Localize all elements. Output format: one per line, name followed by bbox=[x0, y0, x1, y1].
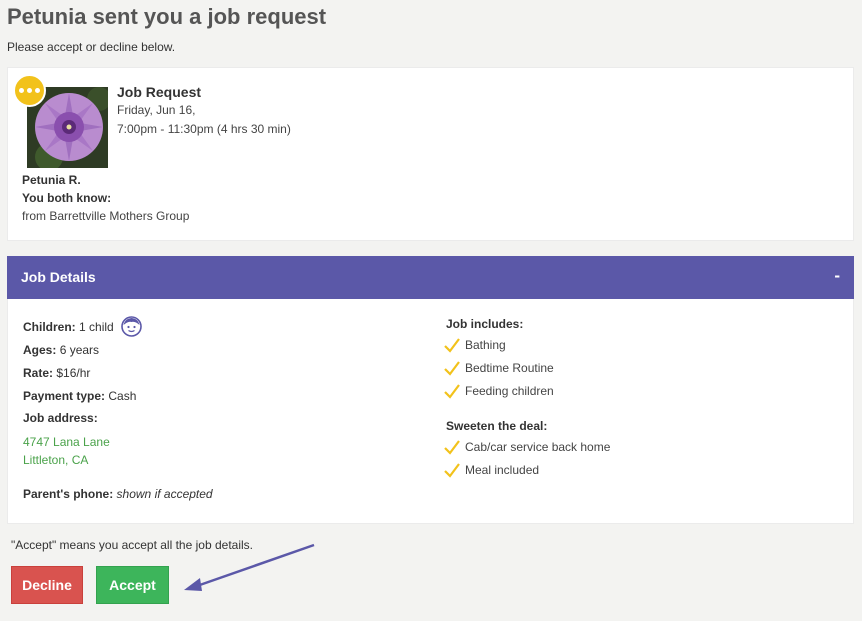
check-list-item-label: Meal included bbox=[465, 463, 540, 477]
payment-value: Cash bbox=[108, 389, 137, 403]
more-icon bbox=[19, 88, 24, 93]
check-list-item-label: Feeding children bbox=[465, 384, 554, 398]
includes-label: Job includes: bbox=[446, 317, 524, 331]
check-list-item: Feeding children bbox=[444, 383, 554, 399]
check-list-item-label: Bathing bbox=[465, 338, 506, 352]
check-list-item: Bathing bbox=[444, 337, 506, 353]
check-icon bbox=[444, 384, 460, 399]
check-icon bbox=[444, 440, 460, 455]
check-list-item-label: Cab/car service back home bbox=[465, 440, 611, 454]
ages-label: Ages: bbox=[23, 343, 57, 357]
job-details-body: Children: 1 child Ages: 6 years Rate: $1… bbox=[7, 299, 854, 524]
collapse-button[interactable]: - bbox=[834, 266, 840, 286]
ages-value: 6 years bbox=[59, 343, 100, 357]
mutual-group: from Barrettville Mothers Group bbox=[22, 209, 190, 223]
mutual-connections-label: You both know: bbox=[22, 191, 112, 205]
check-icon bbox=[444, 463, 460, 478]
request-date: Friday, Jun 16, bbox=[117, 103, 196, 117]
request-card: Job Request Friday, Jun 16, 7:00pm - 11:… bbox=[7, 67, 854, 241]
job-details-header[interactable]: Job Details - bbox=[7, 256, 854, 299]
request-title: Job Request bbox=[117, 84, 202, 100]
more-options-badge[interactable] bbox=[13, 74, 46, 107]
rate-row: Rate: $16/hr bbox=[23, 366, 90, 380]
payment-label: Payment type: bbox=[23, 389, 106, 403]
check-icon bbox=[444, 361, 460, 376]
phone-value: shown if accepted bbox=[116, 487, 213, 501]
check-list-item-label: Bedtime Routine bbox=[465, 361, 554, 375]
check-list-item: Cab/car service back home bbox=[444, 439, 610, 455]
check-list-item: Bedtime Routine bbox=[444, 360, 554, 376]
check-list-item: Meal included bbox=[444, 462, 539, 478]
payment-row: Payment type: Cash bbox=[23, 389, 136, 403]
ages-row: Ages: 6 years bbox=[23, 343, 99, 357]
request-time: 7:00pm - 11:30pm (4 hrs 30 min) bbox=[117, 122, 291, 136]
address-label: Job address: bbox=[23, 411, 98, 425]
children-label: Children: bbox=[23, 320, 76, 335]
page-subtitle: Please accept or decline below. bbox=[7, 40, 176, 54]
check-icon bbox=[444, 338, 460, 353]
address-line-1[interactable]: 4747 Lana Lane bbox=[23, 435, 110, 449]
phone-row: Parent's phone: shown if accepted bbox=[23, 487, 213, 501]
children-value: 1 child bbox=[79, 320, 114, 335]
arrow-icon bbox=[184, 543, 315, 591]
sweeten-label: Sweeten the deal: bbox=[446, 419, 548, 433]
page-title: Petunia sent you a job request bbox=[7, 4, 327, 29]
accept-button[interactable]: Accept bbox=[96, 566, 169, 604]
child-face-icon bbox=[121, 316, 142, 337]
rate-label: Rate: bbox=[23, 366, 54, 380]
job-details-title: Job Details bbox=[21, 269, 96, 285]
phone-label: Parent's phone: bbox=[23, 487, 114, 501]
parent-name: Petunia R. bbox=[22, 173, 81, 187]
address-line-2[interactable]: Littleton, CA bbox=[23, 453, 88, 467]
children-row: Children: 1 child bbox=[23, 316, 142, 337]
decline-button[interactable]: Decline bbox=[11, 566, 83, 604]
rate-value: $16/hr bbox=[56, 366, 91, 380]
